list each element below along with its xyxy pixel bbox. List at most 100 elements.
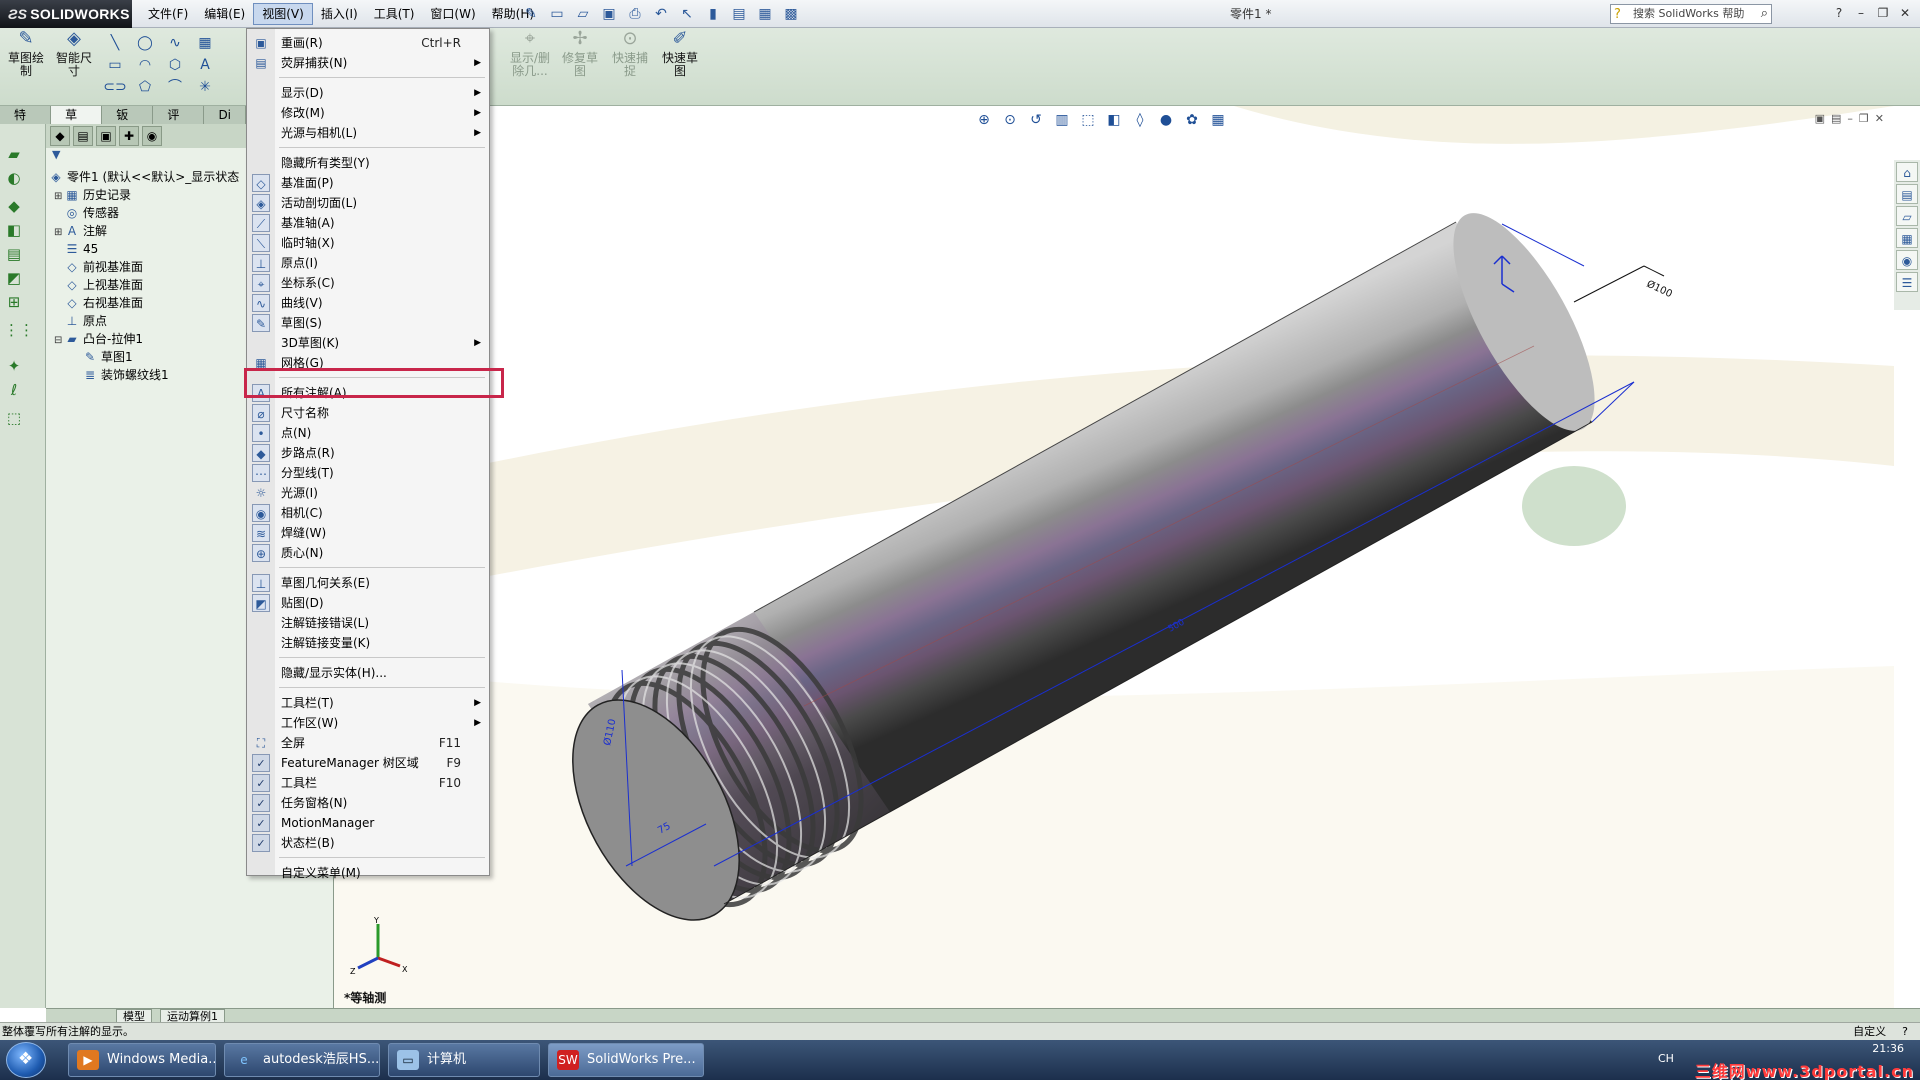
restore-icon[interactable]: ❐	[1874, 4, 1892, 22]
view-menu-item[interactable]: ◩ 贴图(D)	[247, 593, 489, 613]
sweep-icon[interactable]: ◆	[4, 196, 24, 216]
start-button[interactable]	[6, 1042, 46, 1078]
view-menu-item[interactable]: ≋ 焊缝(W)	[247, 523, 489, 543]
tree-root[interactable]: ◈ 零件1 (默认<<默认>_显示状态	[48, 168, 239, 186]
view-menu-item[interactable]: 工作区(W) ▶	[247, 713, 489, 733]
select-icon[interactable]: ↖	[676, 3, 698, 25]
view-menu-item[interactable]: ⌖ 坐标系(C)	[247, 273, 489, 293]
tab-features[interactable]: 特征	[0, 106, 52, 140]
tree-item[interactable]: ◇ 右视基准面	[64, 294, 143, 312]
view-menu-item[interactable]: 工具栏(T) ▶	[247, 693, 489, 713]
undo-icon[interactable]: ↶	[650, 3, 672, 25]
display-manager-tab-icon[interactable]: ◉	[142, 126, 162, 146]
tab-evaluate[interactable]: 评估	[153, 106, 205, 140]
file-explorer-icon[interactable]: ▱	[1896, 206, 1918, 226]
rapid-sketch-button[interactable]: ✐ 快速草图	[658, 30, 702, 78]
tree-item[interactable]: ≣ 装饰螺纹线1	[82, 366, 169, 384]
view-menu-item[interactable]: 注解链接错误(L)	[247, 613, 489, 633]
view-menu-item[interactable]: 光源与相机(L) ▶	[247, 123, 489, 143]
help-search-input[interactable]: ? 搜索 SolidWorks 帮助 ⌕	[1610, 4, 1772, 24]
apply-scene-icon[interactable]: ✿	[1182, 110, 1202, 130]
zoom-to-fit-icon[interactable]: ⊕	[974, 110, 994, 130]
solidworks-resources-icon[interactable]: ⌂	[1896, 162, 1918, 182]
view-menu-item[interactable]: ✓ FeatureManager 树区域 F9	[247, 753, 489, 773]
clock[interactable]: 21:36	[1872, 1042, 1904, 1055]
view-menu-item[interactable]: ▣ 重画(R) Ctrl+R	[247, 33, 489, 53]
tab-dimxpert[interactable]: Di	[204, 106, 247, 124]
tree-item[interactable]: ☰ 45	[64, 240, 99, 258]
tile-icon[interactable]: ▩	[780, 3, 802, 25]
search-icon[interactable]: ⌕	[1761, 5, 1768, 23]
solidworks-logo[interactable]: ƧS SOLIDWORKS	[0, 0, 132, 28]
view-menu-item[interactable]: 显示(D) ▶	[247, 83, 489, 103]
fillet-icon[interactable]: ⌒	[160, 76, 190, 98]
tree-item[interactable]: ⊟ ▰ 凸台-拉伸1	[54, 330, 143, 348]
tree-item[interactable]: ◎ 传感器	[64, 204, 119, 222]
design-library-icon[interactable]: ▤	[1896, 184, 1918, 204]
rib-icon[interactable]: ⋮⋮	[4, 320, 34, 340]
view-menu-item[interactable]: ⊥ 原点(I)	[247, 253, 489, 273]
curves-icon[interactable]: ℓ	[4, 380, 24, 400]
view-menu-item[interactable]: ⟍ 临时轴(X)	[247, 233, 489, 253]
view-menu-item[interactable]: ✎ 草图(S)	[247, 313, 489, 333]
appearances-icon[interactable]: ◉	[1896, 250, 1918, 270]
close-icon[interactable]: ✕	[1896, 4, 1914, 22]
minimize-icon[interactable]: –	[1847, 112, 1853, 125]
file-properties-icon[interactable]: ▤	[728, 3, 750, 25]
taskbar-item-solidworks[interactable]: SW SolidWorks Pre...	[548, 1043, 704, 1077]
repair-sketch-button[interactable]: ✢ 修复草图	[558, 30, 602, 78]
polygon-icon[interactable]: ⬠	[130, 76, 160, 98]
zoom-to-area-icon[interactable]: ⊙	[1000, 110, 1020, 130]
view-menu-item[interactable]: 修改(M) ▶	[247, 103, 489, 123]
display-style-icon[interactable]: ◧	[1104, 110, 1124, 130]
cut-icon[interactable]: ▤	[4, 244, 24, 264]
menu-insert[interactable]: 插入(I)	[313, 3, 366, 25]
text-icon[interactable]: A	[190, 54, 220, 76]
view-menu-item[interactable]: ⋯ 分型线(T)	[247, 463, 489, 483]
revolve-icon[interactable]: ◐	[4, 168, 24, 188]
open-folder-icon[interactable]: ▱	[572, 3, 594, 25]
view-menu-item[interactable]: ✓ 状态栏(B)	[247, 833, 489, 853]
view-menu-item[interactable]: ◆ 步路点(R)	[247, 443, 489, 463]
restore-icon[interactable]: ❐	[1859, 112, 1869, 125]
tree-item[interactable]: ⊞ ▦ 历史记录	[54, 186, 131, 204]
graphics-area[interactable]: Ø100 Ø110 500 75 ⊕ ⊙ ↺ ▥ ⬚ ◧ ◊ ● ✿ ▦ ▣ ▤…	[334, 106, 1894, 1008]
tab-motion-study[interactable]: 运动算例1	[160, 1009, 225, 1023]
point-icon[interactable]: ✳	[190, 76, 220, 98]
help-menu-icon[interactable]: ?	[1830, 4, 1848, 22]
rectangle-icon[interactable]: ▭	[100, 54, 130, 76]
split-view-icon[interactable]: ▣	[1815, 112, 1825, 125]
menu-view[interactable]: 视图(V)	[253, 3, 313, 25]
smart-dimension-button[interactable]: ◈ 智能尺寸	[52, 30, 96, 78]
quick-snaps-button[interactable]: ⊙ 快速捕捉	[608, 30, 652, 78]
tree-item[interactable]: ◇ 上视基准面	[64, 276, 143, 294]
view-menu-item[interactable]: ⌀ 尺寸名称	[247, 403, 489, 423]
view-menu-item[interactable]: ✓ 任务窗格(N)	[247, 793, 489, 813]
view-menu-item[interactable]: 自定义菜单(M)	[247, 863, 489, 883]
tree-item[interactable]: ◇ 前视基准面	[64, 258, 143, 276]
tab-sketch[interactable]: 草图	[51, 106, 103, 140]
view-menu-item[interactable]: ✓ MotionManager	[247, 813, 489, 833]
reference-geometry-icon[interactable]: ✦	[4, 356, 24, 376]
model-viewport[interactable]: Ø100 Ø110 500 75	[334, 106, 1894, 1008]
menu-tools[interactable]: 工具(T)	[366, 3, 423, 25]
view-menu-item[interactable]: 注解链接变量(K)	[247, 633, 489, 653]
view-menu-item[interactable]: ▤ 荧屏捕获(N) ▶	[247, 53, 489, 73]
previous-view-icon[interactable]: ↺	[1026, 110, 1046, 130]
dimxpert-tab-icon[interactable]: ✚	[119, 126, 139, 146]
feature-tree-tab-icon[interactable]: ◆	[50, 126, 70, 146]
view-menu-item[interactable]: ∿ 曲线(V)	[247, 293, 489, 313]
instant3d-icon[interactable]: ⬚	[4, 408, 24, 428]
dim-diameter-label[interactable]: Ø100	[1645, 278, 1675, 300]
menu-file[interactable]: 文件(F)	[140, 3, 196, 25]
view-menu-item[interactable]: ◇ 基准面(P)	[247, 173, 489, 193]
print-icon[interactable]: ⎙	[624, 3, 646, 25]
show-delete-relations-button[interactable]: ⌖ 显示/删除几...	[508, 30, 552, 78]
hide-show-items-icon[interactable]: ◊	[1130, 110, 1150, 130]
property-manager-tab-icon[interactable]: ▤	[73, 126, 93, 146]
units-selector[interactable]: 自定义	[1853, 1023, 1886, 1040]
tree-item[interactable]: ⊥ 原点	[64, 312, 107, 330]
edit-appearance-icon[interactable]: ●	[1156, 110, 1176, 130]
spline-icon[interactable]: ∿	[160, 32, 190, 54]
view-menu-item[interactable]: • 点(N)	[247, 423, 489, 443]
